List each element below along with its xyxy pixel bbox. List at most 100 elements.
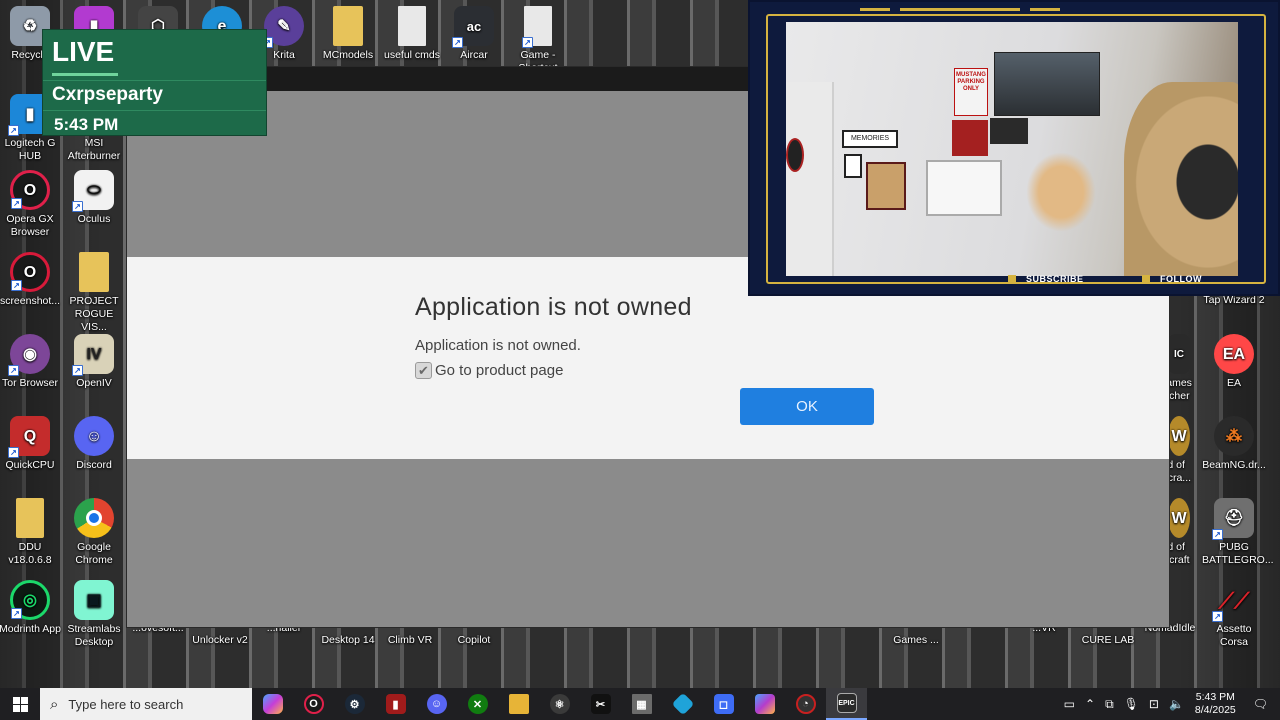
search-placeholder: Type here to search xyxy=(68,696,184,712)
folder-icon xyxy=(333,6,363,46)
streamlabs-icon: ▣ xyxy=(74,580,114,620)
desktop-icon-openiv[interactable]: IV ↗ OpenIV xyxy=(62,334,126,390)
start-button[interactable] xyxy=(0,688,40,720)
oculus-icon: ⬭ ↗ xyxy=(72,170,114,212)
steam-icon: ⚙ xyxy=(344,694,365,714)
msi-icon: ▮ xyxy=(385,694,406,714)
minecraft-icon: ▦ xyxy=(631,694,652,714)
desktop-icon-streamlabs[interactable]: ▣ Streamlabs Desktop xyxy=(62,580,126,649)
taskbar-copilot-pc[interactable] xyxy=(744,688,785,720)
wall-clock xyxy=(786,138,804,172)
live-underline xyxy=(52,73,118,76)
desktop-icon-game-shortcut[interactable]: ↗ Game - Shortcut xyxy=(506,6,570,75)
opera-gx-icon: O xyxy=(303,694,324,714)
taskbar-file-explorer[interactable] xyxy=(498,688,539,720)
screen-capture-icon[interactable]: ⧉ xyxy=(1105,697,1114,712)
desktop-icon-pubg[interactable]: ⛑ ↗ PUBG BATTLEGRO... xyxy=(1202,498,1274,567)
taskbar-capcut[interactable]: ✂ xyxy=(580,688,621,720)
clock-time: 5:43 PM xyxy=(1195,691,1235,703)
copilot-pc-icon xyxy=(754,694,775,714)
desktop-label[interactable]: Copilot xyxy=(442,634,506,647)
folder-icon xyxy=(79,252,109,292)
wall-frame xyxy=(866,162,906,210)
microphone-icon[interactable]: 🎙 xyxy=(1124,697,1139,711)
desktop-icon-opera-gx[interactable]: O ↗ Opera GX Browser xyxy=(0,170,62,239)
epic-icon: IC xyxy=(1168,334,1190,374)
ok-button[interactable]: OK xyxy=(740,388,874,425)
taskbar-msi[interactable]: ▮ xyxy=(375,688,416,720)
whiteboard xyxy=(926,160,1002,216)
taskbar-kodi[interactable] xyxy=(662,688,703,720)
desktop-icon-beamng[interactable]: ⁂ BeamNG.dr... xyxy=(1202,416,1266,472)
performance-icon: ◔ xyxy=(795,694,816,714)
taskbar-performance[interactable]: ◔ xyxy=(785,688,826,720)
quickcpu-icon: Q ↗ xyxy=(8,416,50,458)
desktop-label[interactable]: CURE LAB xyxy=(1076,634,1140,647)
desktop-icon-tor[interactable]: ◉ ↗ Tor Browser xyxy=(0,334,62,390)
person-hand xyxy=(1026,152,1096,232)
desktop-icon-mcmodels[interactable]: MCmodels xyxy=(316,6,380,62)
taskbar-copilot[interactable] xyxy=(252,688,293,720)
frame-accent xyxy=(900,8,1020,11)
desktop-icon-ddu[interactable]: DDU v18.0.6.8 xyxy=(0,498,62,567)
desktop-icon-ea[interactable]: EA EA xyxy=(1202,334,1266,390)
desktop-label[interactable]: Climb VR xyxy=(378,634,442,647)
product-page-checkbox-row[interactable]: ✔ Go to product page xyxy=(415,362,563,379)
desktop-icon-assetto-corsa[interactable]: ⟋⟋ ↗ Assetto Corsa xyxy=(1202,580,1266,649)
action-center-icon[interactable]: ▭ xyxy=(1064,697,1075,711)
desktop-icon-screenshot[interactable]: O ↗ screenshot... xyxy=(0,252,62,308)
taskbar-epic-games[interactable]: EPIC xyxy=(826,688,867,720)
windows-logo-icon xyxy=(12,696,28,712)
person xyxy=(1124,82,1238,276)
desktop-icon-modrinth[interactable]: ◎ ↗ Modrinth App xyxy=(0,580,62,636)
follow-marker xyxy=(1142,275,1150,283)
desktop-icon-chrome[interactable]: Google Chrome xyxy=(62,498,126,567)
desktop-label[interactable]: Unlocker v2 xyxy=(188,634,252,647)
taskbar-search[interactable]: ⌕ Type here to search xyxy=(40,688,252,720)
discord-icon: ☺ xyxy=(426,694,447,714)
wall-poster xyxy=(994,52,1100,116)
openiv-icon: IV ↗ xyxy=(72,334,114,376)
desktop-icon-useful-cmds[interactable]: useful cmds xyxy=(380,6,444,62)
aircar-icon: ac ↗ xyxy=(452,6,494,48)
chevron-up-icon[interactable]: ⌃ xyxy=(1085,697,1095,711)
epic-games-icon: EPIC xyxy=(836,693,857,713)
wow-icon: W xyxy=(1168,416,1190,456)
discord-icon: ☺ xyxy=(74,416,114,456)
taskbar-discord[interactable]: ☺ xyxy=(416,688,457,720)
taskbar-atom[interactable]: ⚛ xyxy=(539,688,580,720)
taskbar-clock[interactable]: 5:43 PM 8/4/2025 xyxy=(1195,691,1236,717)
taskbar-roblox[interactable]: ◻ xyxy=(703,688,744,720)
ea-icon: EA xyxy=(1214,334,1254,374)
system-tray: ▭ ⌃ ⧉ 🎙 ⊡ 🔈 5:43 PM 8/4/2025 🗨 xyxy=(1059,688,1280,720)
desktop-icon-quickcpu[interactable]: Q ↗ QuickCPU xyxy=(0,416,62,472)
wall-poster xyxy=(990,118,1028,144)
xbox-icon: ✕ xyxy=(467,694,488,714)
streamer-name: Cxrpseparty xyxy=(52,84,163,105)
assetto-corsa-icon: ⟋⟋ ↗ xyxy=(1212,580,1254,622)
taskbar-xbox[interactable]: ✕ xyxy=(457,688,498,720)
desktop-label[interactable]: Games ... xyxy=(884,634,948,647)
file-icon xyxy=(398,6,426,46)
taskbar-steam[interactable]: ⚙ xyxy=(334,688,375,720)
webcam-video: MUSTANG PARKING ONLY MEMORIES xyxy=(786,22,1238,276)
desktop-icon-project-rogue[interactable]: PROJECT ROGUE VIS... xyxy=(62,252,126,334)
desktop-icon-oculus[interactable]: ⬭ ↗ Oculus xyxy=(62,170,126,226)
divider xyxy=(43,110,266,111)
network-icon[interactable]: ⊡ xyxy=(1149,697,1159,711)
divider xyxy=(43,80,266,81)
subscribe-marker xyxy=(1008,275,1016,283)
volume-icon[interactable]: 🔈 xyxy=(1169,697,1184,711)
wall-frame xyxy=(844,154,862,178)
desktop-icon-discord[interactable]: ☺ Discord xyxy=(62,416,126,472)
product-page-checkbox[interactable]: ✔ xyxy=(415,362,432,379)
pubg-icon: ⛑ ↗ xyxy=(1212,498,1254,540)
notifications-icon[interactable]: 🗨 xyxy=(1253,697,1268,711)
desktop-label[interactable]: Desktop 14 xyxy=(316,634,380,647)
wow-icon: W xyxy=(1168,498,1190,538)
frame-accent xyxy=(1030,8,1060,11)
taskbar: ⌕ Type here to search O ⚙ ▮ ☺ ✕ ⚛ ✂ ▦ ◻ … xyxy=(0,688,1280,720)
taskbar-opera-gx[interactable]: O xyxy=(293,688,334,720)
taskbar-minecraft[interactable]: ▦ xyxy=(621,688,662,720)
desktop-icon-aircar[interactable]: ac ↗ Aircar xyxy=(442,6,506,62)
